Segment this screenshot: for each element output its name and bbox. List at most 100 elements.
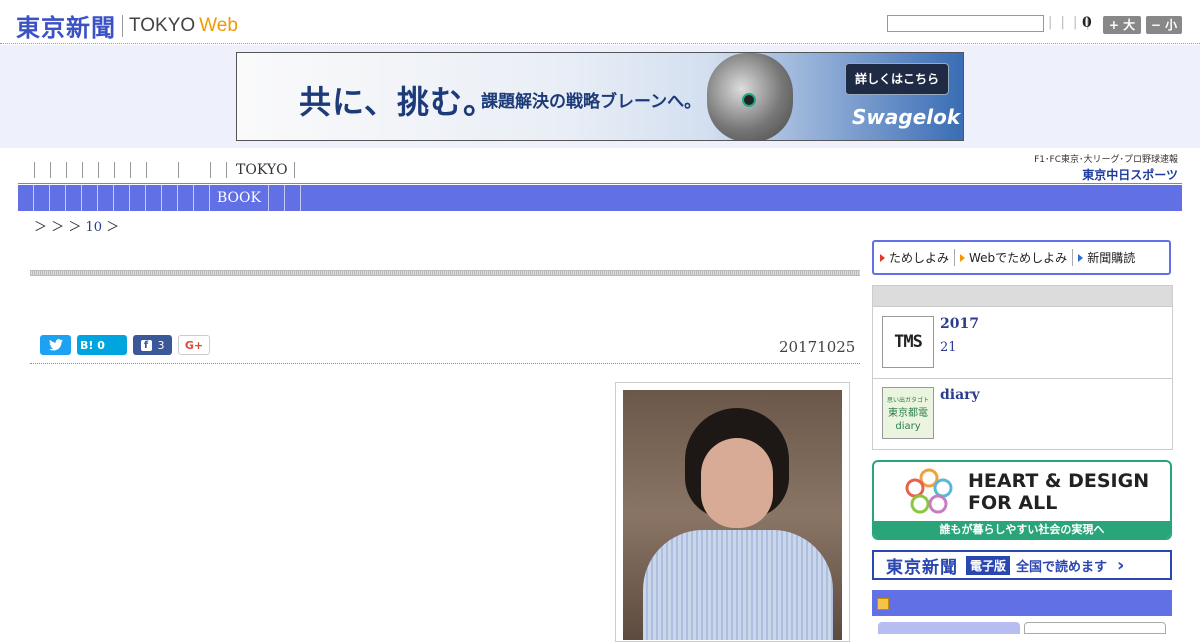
font-size-decrease-button[interactable]: − 小 (1146, 16, 1182, 34)
arrow-icon (880, 253, 885, 262)
primary-nav: TOKYO (34, 159, 295, 181)
twitter-share-button[interactable] (40, 335, 71, 355)
search-input[interactable] (887, 15, 1044, 32)
category-nav-item[interactable] (146, 185, 162, 211)
breadcrumb-sep: ＞ (34, 220, 48, 235)
digital-banner-logo: 東京新聞 (886, 557, 958, 578)
brain-image (707, 53, 793, 140)
nav-item[interactable] (130, 162, 131, 178)
category-nav-item[interactable] (194, 185, 210, 211)
category-nav-item[interactable] (82, 185, 98, 211)
flower-logo-icon (905, 468, 953, 514)
logo-japanese: 東京新聞 (16, 14, 116, 42)
category-nav-item[interactable] (178, 185, 194, 211)
category-nav-item[interactable] (66, 185, 82, 211)
arrow-icon (1078, 253, 1084, 262)
trial-read-label: ためしよみ (889, 251, 950, 265)
breadcrumb-sep: ＞ (68, 220, 82, 235)
heart-design-line2: FOR ALL (968, 492, 1058, 514)
trial-read-button[interactable]: ためしよみ (880, 249, 956, 266)
sports-logo: 東京中日スポーツ (1082, 168, 1178, 182)
category-nav-item[interactable] (114, 185, 130, 211)
chunichi-sports-link[interactable]: F1･FC東京･大リーグ･プロ野球速報 東京中日スポーツ (1000, 152, 1178, 183)
logo-web: Web (199, 14, 238, 36)
digital-banner-text: 全国で読めます (1016, 559, 1108, 575)
arrow-icon (960, 253, 966, 262)
section-icon (877, 598, 889, 610)
google-plus-share-button[interactable]: G+ (178, 335, 210, 355)
ad-brand-logo: Swagelok (852, 105, 961, 129)
nav-item[interactable] (210, 162, 211, 178)
breadcrumb-sep: ＞ (51, 220, 65, 235)
sidebar-section-header (872, 285, 1173, 307)
category-nav-item[interactable] (269, 185, 285, 211)
breadcrumb-link[interactable]: 10 (85, 220, 102, 235)
nav-item[interactable] (82, 162, 83, 178)
subscribe-label: 新聞購読 (1087, 251, 1136, 265)
nav-item[interactable] (50, 162, 51, 178)
web-trial-read-button[interactable]: Webでためしよみ (960, 249, 1074, 266)
heart-design-title: HEART & DESIGN FOR ALL (968, 470, 1149, 514)
nav-item[interactable] (66, 162, 67, 178)
diary-thumb-title: 東京都電 (888, 407, 928, 419)
sidebar-tab-active[interactable] (878, 622, 1020, 634)
category-nav-item[interactable] (18, 185, 34, 211)
heart-design-line1: HEART & DESIGN (968, 470, 1150, 492)
nav-item-tokyo[interactable]: TOKYO (236, 162, 295, 178)
ad-headline: 共に、挑む。 (299, 83, 497, 121)
sports-tagline: F1･FC東京･大リーグ･プロ野球速報 (1034, 155, 1178, 165)
ad-cta-button[interactable]: 詳しくはこちら (845, 63, 949, 95)
digital-banner-badge: 電子版 (966, 555, 1011, 575)
breadcrumb-sep: ＞ (106, 220, 120, 235)
heart-design-tagline: 誰もが暮らしやすい社会の実現へ (874, 521, 1170, 538)
nav-item[interactable] (34, 162, 35, 178)
article-date: 20171025 (779, 338, 856, 356)
sidebar-item-diary[interactable]: 思い出ガタゴト 東京都電 diary diary (872, 379, 1173, 450)
twitter-icon (48, 339, 63, 351)
nav-divider (18, 183, 1182, 184)
sidebar-tab[interactable] (1024, 622, 1166, 634)
nav-item[interactable] (226, 162, 227, 178)
facebook-share-button[interactable]: f 3 (133, 335, 172, 355)
category-nav-item[interactable] (98, 185, 114, 211)
nav-item[interactable] (178, 162, 179, 178)
nav-item[interactable] (146, 162, 147, 178)
site-header: 東京新聞 TOKYO Web | | | | 0 + 大 − 小 (0, 0, 1200, 44)
header-count: 0 (1082, 15, 1092, 31)
article-photo[interactable] (615, 382, 850, 642)
category-nav-book[interactable]: BOOK (210, 185, 269, 211)
article-title-rule (30, 270, 860, 276)
chevron-right-icon: › (1117, 554, 1125, 576)
category-nav-item[interactable] (162, 185, 178, 211)
category-nav-item[interactable] (285, 185, 301, 211)
sidebar-ranking-header (872, 590, 1172, 616)
hatena-bookmark-button[interactable]: B! 0 (77, 335, 127, 355)
subscription-buttons: ためしよみ Webでためしよみ 新聞購読 (872, 240, 1171, 275)
portrait-image (623, 390, 842, 640)
site-logo[interactable]: 東京新聞 TOKYO Web (16, 8, 238, 43)
font-size-increase-button[interactable]: + 大 (1103, 16, 1141, 34)
share-divider (30, 363, 860, 364)
diary-thumb-tagline: 思い出ガタゴト (886, 396, 929, 404)
sidebar-item-title[interactable]: diary (940, 387, 980, 403)
diary-thumbnail: 思い出ガタゴト 東京都電 diary (882, 387, 934, 439)
nav-item[interactable] (98, 162, 99, 178)
banner-ad[interactable]: 共に、挑む。 課題解決の戦略ブレーンへ。 詳しくはこちら Swagelok (236, 52, 964, 141)
digital-edition-banner[interactable]: 東京新聞 電子版 全国で読めます › (872, 550, 1172, 580)
sidebar-item-title[interactable]: 2017 (940, 316, 979, 332)
nav-item[interactable] (114, 162, 115, 178)
breadcrumb: ＞ ＞ ＞ 10 ＞ (34, 216, 119, 235)
category-nav-item[interactable] (50, 185, 66, 211)
category-nav-item[interactable] (130, 185, 146, 211)
category-nav-item[interactable] (34, 185, 50, 211)
category-nav: BOOK (18, 185, 1182, 211)
portrait-face (701, 438, 773, 528)
portrait-shirt (643, 530, 833, 640)
heart-design-banner[interactable]: HEART & DESIGN FOR ALL 誰もが暮らしやすい社会の実現へ (872, 460, 1172, 540)
facebook-icon: f (140, 339, 152, 351)
sidebar-item-subtitle[interactable]: 21 (940, 340, 957, 355)
logo-tokyo: TOKYO (129, 14, 196, 36)
diary-thumb-word: diary (895, 420, 921, 432)
subscribe-button[interactable]: 新聞購読 (1078, 249, 1140, 266)
sidebar-item-tms[interactable]: TMS 2017 21 (872, 307, 1173, 379)
